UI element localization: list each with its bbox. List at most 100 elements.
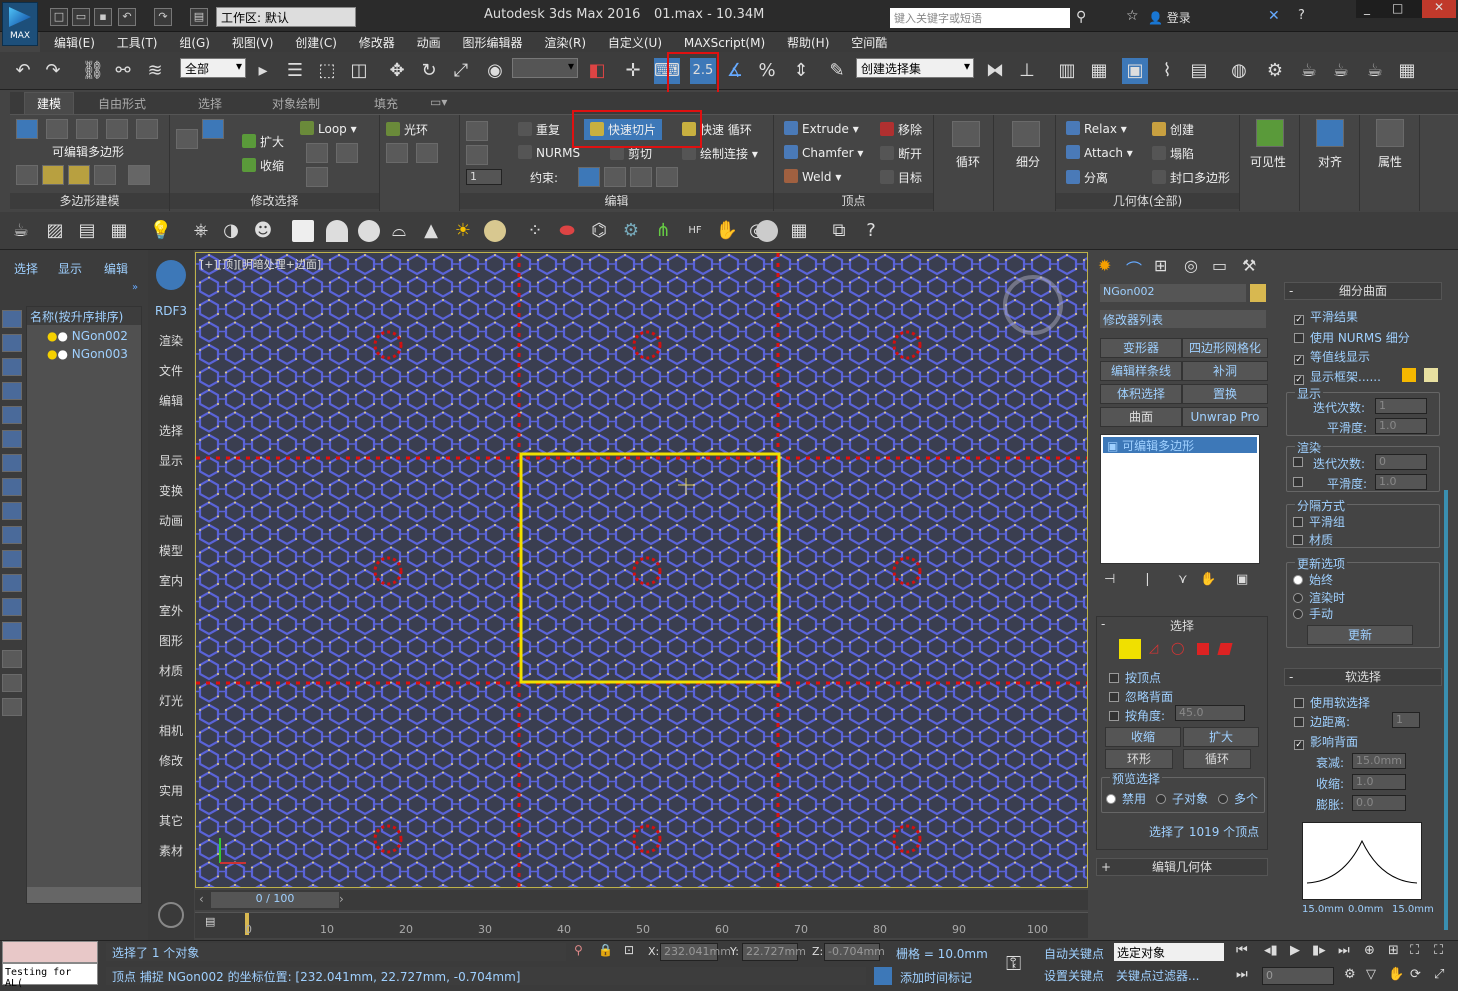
- vertex-subobject-icon[interactable]: [1119, 639, 1141, 659]
- help-icon[interactable]: ?: [1298, 8, 1305, 23]
- motion-tab-icon[interactable]: ◎: [1184, 256, 1198, 275]
- extrude-button[interactable]: Extrude ▾: [784, 121, 859, 136]
- help-circle-icon[interactable]: ?: [858, 218, 884, 244]
- column-header-name[interactable]: 名称(按升序排序): [27, 307, 141, 325]
- use-stack-icon[interactable]: [16, 165, 38, 185]
- menu-tools[interactable]: 工具(T): [111, 32, 164, 53]
- border-subobject-icon[interactable]: ◯: [1171, 641, 1184, 655]
- activeshade-icon[interactable]: ▦: [1394, 58, 1420, 84]
- edge-mode-icon[interactable]: [46, 119, 68, 139]
- star-icon[interactable]: ☆: [1126, 8, 1139, 24]
- checkbox-box[interactable]: ✓: [1294, 740, 1304, 750]
- collapse-toggle-icon[interactable]: -: [1289, 669, 1293, 685]
- polygon-subobject-icon[interactable]: [1197, 643, 1209, 655]
- relax-button[interactable]: Relax ▾: [1066, 121, 1127, 136]
- checkbox-box[interactable]: ✓: [1294, 315, 1304, 325]
- current-frame-field[interactable]: 0: [1262, 967, 1334, 985]
- ring-button[interactable]: 环形: [1105, 749, 1173, 769]
- mirror-icon[interactable]: ⧓: [982, 58, 1008, 84]
- constraint-spinner[interactable]: 1: [466, 169, 502, 185]
- preserve-uv-icon[interactable]: [466, 121, 488, 141]
- view-cube-button[interactable]: [156, 260, 186, 290]
- settings-gear-icon[interactable]: [158, 902, 184, 928]
- hair-fur-icon[interactable]: HF: [682, 218, 708, 244]
- speaker-icon[interactable]: ◑: [218, 218, 244, 244]
- menu-help[interactable]: 帮助(H): [781, 32, 835, 53]
- menu-maxscript[interactable]: MAXScript(M): [678, 34, 771, 52]
- loop-button[interactable]: 循环: [1183, 749, 1251, 769]
- object-name-field[interactable]: NGon002: [1100, 284, 1246, 302]
- ball-icon[interactable]: [484, 220, 506, 242]
- menu-group[interactable]: 组(G): [173, 32, 216, 53]
- align-icon[interactable]: ⊥: [1014, 58, 1040, 84]
- hand-icon[interactable]: ✋: [714, 218, 740, 244]
- maxscript-listener-pink[interactable]: [2, 941, 98, 963]
- filter-none-icon[interactable]: [2, 622, 22, 640]
- selection-filter-dropdown[interactable]: 全部: [180, 58, 246, 78]
- pill-icon[interactable]: ⬬: [554, 218, 580, 244]
- viewport-label[interactable]: [+][顶][明暗处理+边面]: [200, 256, 321, 272]
- toggle-end-result-icon[interactable]: [94, 165, 116, 185]
- menu-rendering[interactable]: 渲染(R): [538, 32, 592, 53]
- soft-selection-icon[interactable]: [128, 165, 150, 185]
- key-filter-dropdown[interactable]: 选定对象: [1114, 943, 1224, 961]
- time-config-icon[interactable]: ⚙: [1344, 967, 1356, 982]
- menu-animation[interactable]: 动画: [411, 32, 447, 53]
- update-manual-radio[interactable]: 手动: [1293, 605, 1333, 622]
- angle-spinner[interactable]: 45.0: [1175, 705, 1245, 721]
- ignore-backface-checkbox[interactable]: 忽略背面: [1109, 688, 1173, 705]
- constraint-face-icon[interactable]: [630, 167, 652, 187]
- render-iterative-icon[interactable]: ☕: [1362, 58, 1388, 84]
- checkbox-box[interactable]: [1294, 333, 1304, 343]
- checkbox-box[interactable]: [1294, 698, 1304, 708]
- render-iter-checkbox[interactable]: [1293, 455, 1309, 469]
- grow-loop-icon[interactable]: [176, 129, 198, 149]
- nav-modify[interactable]: 修改: [148, 752, 194, 769]
- cage-selected-color-swatch[interactable]: [1424, 368, 1438, 382]
- modifier-list-dropdown[interactable]: 修改器列表: [1100, 310, 1266, 328]
- mesh-icon[interactable]: ⌬: [586, 218, 612, 244]
- modifier-button-unwrap-pro[interactable]: Unwrap Pro: [1182, 407, 1268, 427]
- scale-icon[interactable]: ⤢: [448, 58, 474, 84]
- cage-color-swatch[interactable]: [1402, 368, 1416, 382]
- nav-camera[interactable]: 相机: [148, 722, 194, 739]
- filter-shapes-icon[interactable]: [2, 334, 22, 352]
- horizontal-scrollbar[interactable]: [27, 887, 141, 903]
- constraint-normal-icon[interactable]: [656, 167, 678, 187]
- cone-icon[interactable]: ▲: [418, 218, 444, 244]
- auto-key-button[interactable]: 自动关键点: [1044, 945, 1104, 962]
- light-bulb-icon[interactable]: ●: [47, 347, 57, 361]
- radio-box[interactable]: [1293, 593, 1303, 603]
- spinner-snap-icon[interactable]: ⇕: [788, 58, 814, 84]
- next-key-icon[interactable]: ▮▸: [1312, 943, 1326, 958]
- show-cage-checkbox[interactable]: ✓ 显示框架......: [1294, 368, 1381, 385]
- maximize-viewport-icon[interactable]: ⤢: [1434, 967, 1444, 982]
- radio-box[interactable]: [1156, 794, 1166, 804]
- checkbox-box[interactable]: ✓: [1294, 355, 1304, 365]
- checkbox-box[interactable]: ✓: [1294, 375, 1304, 385]
- filter-bones-icon[interactable]: [2, 502, 22, 520]
- scene-explorer-icon[interactable]: ▣: [1122, 58, 1148, 84]
- redo-icon[interactable]: ↷: [154, 8, 172, 26]
- preview-multi-radio[interactable]: 多个: [1218, 790, 1258, 807]
- menu-create[interactable]: 创建(C): [289, 32, 343, 53]
- collapse-toggle-icon[interactable]: -: [1101, 617, 1105, 631]
- app-logo-button[interactable]: MAX: [2, 2, 38, 46]
- z-coordinate-field[interactable]: -0.704mm: [824, 943, 885, 961]
- binoculars-icon[interactable]: ⚲: [1076, 9, 1086, 25]
- render-icon[interactable]: ☕: [1328, 58, 1354, 84]
- filter-groups-icon[interactable]: [2, 454, 22, 472]
- nav-display[interactable]: 显示: [148, 452, 194, 469]
- ring-minus-icon[interactable]: [416, 143, 438, 163]
- ribbon-toggle-icon[interactable]: ▦: [1086, 58, 1112, 84]
- radio-box[interactable]: [1218, 794, 1228, 804]
- filter-containers-icon[interactable]: [2, 526, 22, 544]
- scene-tab-display[interactable]: 显示: [58, 260, 82, 277]
- expand-toggle-icon[interactable]: +: [1101, 859, 1111, 875]
- visibility-label[interactable]: 可见性: [1250, 153, 1286, 170]
- configure-sets-icon[interactable]: ▣: [1236, 572, 1248, 587]
- bubble-spinner[interactable]: 0.0: [1352, 795, 1406, 811]
- subdivide-label[interactable]: 细分: [1016, 153, 1040, 170]
- move-icon[interactable]: ✥: [384, 58, 410, 84]
- select-object-icon[interactable]: ▸: [250, 58, 276, 84]
